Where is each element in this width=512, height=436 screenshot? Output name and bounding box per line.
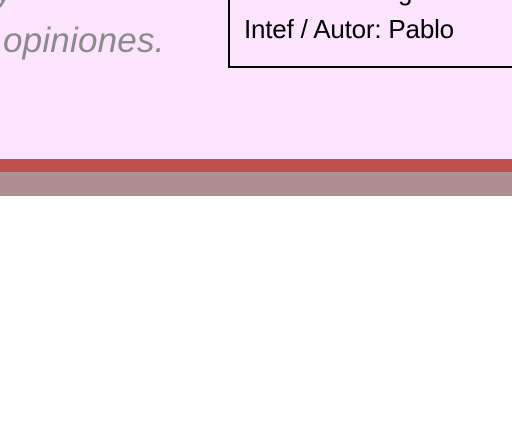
slide-content-area: y opiniones. g Intef / Autor: Pablo (0, 0, 512, 159)
blank-area (0, 196, 512, 436)
credit-text-fragment: g (398, 0, 412, 4)
quote-text: opiniones. (3, 21, 165, 60)
credit-text: Intef / Autor: Pablo (244, 14, 454, 44)
footer-band-red (0, 159, 512, 172)
quote-text-fragment: y (0, 0, 13, 8)
footer-band-mauve (0, 172, 512, 196)
